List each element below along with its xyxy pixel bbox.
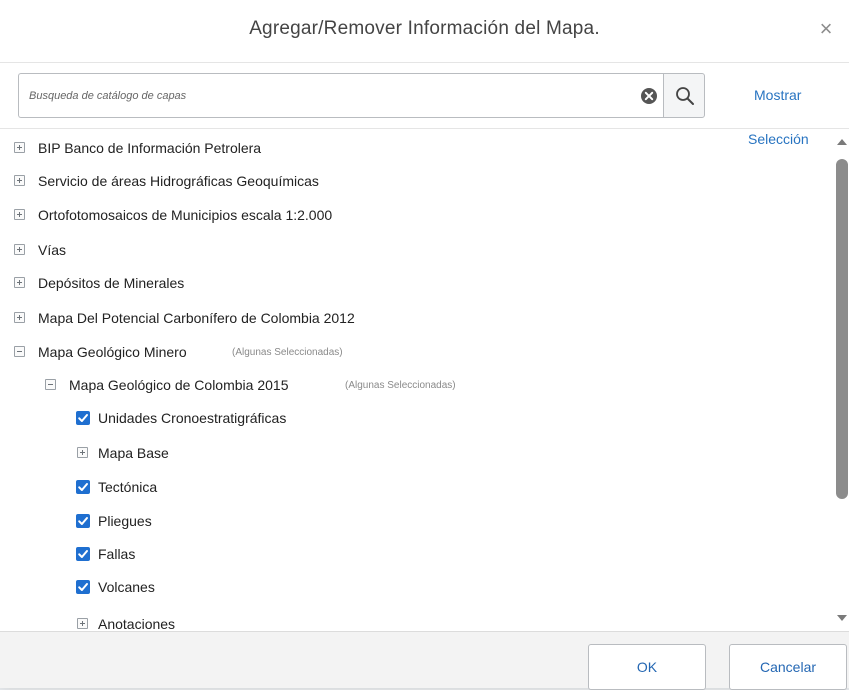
catalog-search bbox=[18, 73, 706, 118]
expand-icon[interactable] bbox=[14, 312, 25, 323]
ok-button[interactable]: OK bbox=[588, 644, 706, 690]
collapse-icon[interactable] bbox=[45, 379, 56, 390]
tree-item-label: Mapa Del Potencial Carbonífero de Colomb… bbox=[38, 310, 355, 326]
tree-item-label: Depósitos de Minerales bbox=[38, 275, 185, 291]
tree-item-label: Pliegues bbox=[98, 513, 152, 529]
layer-checkbox[interactable] bbox=[76, 547, 90, 561]
tree-scrollbar[interactable] bbox=[835, 129, 849, 632]
cancel-button[interactable]: Cancelar bbox=[729, 644, 847, 690]
tree-item-label: Anotaciones bbox=[98, 616, 176, 632]
tree-item-label: Unidades Cronoestratigráficas bbox=[98, 410, 287, 426]
expand-icon[interactable] bbox=[14, 277, 25, 288]
show-selection-line1: Mostrar bbox=[754, 87, 802, 103]
selection-note: (Algunas Seleccionadas) bbox=[345, 380, 456, 391]
clear-search-icon[interactable] bbox=[639, 86, 659, 106]
expand-icon[interactable] bbox=[14, 209, 25, 220]
dialog-titlebar: Agregar/Remover Información del Mapa. × bbox=[0, 0, 849, 63]
dialog-footer: OK Cancelar bbox=[0, 631, 849, 690]
scroll-up-arrow-icon[interactable] bbox=[837, 139, 847, 145]
expand-icon[interactable] bbox=[77, 447, 88, 458]
tree-item-label: Ortofotomosaicos de Municipios escala 1:… bbox=[38, 207, 333, 223]
expand-icon[interactable] bbox=[14, 142, 25, 153]
collapse-icon[interactable] bbox=[14, 346, 25, 357]
layer-tree: BIP Banco de Información Petrolera Servi… bbox=[0, 128, 849, 632]
dialog-title: Agregar/Remover Información del Mapa. bbox=[249, 18, 600, 39]
expand-icon[interactable] bbox=[14, 175, 25, 186]
search-icon bbox=[676, 87, 694, 105]
tree-item-label: Tectónica bbox=[98, 479, 158, 495]
tree-item-label: Mapa Base bbox=[98, 445, 169, 461]
layer-checkbox[interactable] bbox=[76, 411, 90, 425]
add-remove-map-info-dialog: Agregar/Remover Información del Mapa. × … bbox=[0, 0, 849, 690]
search-button[interactable] bbox=[663, 73, 705, 118]
expand-icon[interactable] bbox=[77, 618, 88, 629]
tree-item-label: Servicio de áreas Hidrográficas Geoquími… bbox=[38, 173, 319, 189]
tree-item-label: Mapa Geológico Minero bbox=[38, 344, 187, 360]
layer-checkbox[interactable] bbox=[76, 580, 90, 594]
expand-icon[interactable] bbox=[14, 244, 25, 255]
search-input[interactable] bbox=[25, 74, 633, 117]
layer-checkbox[interactable] bbox=[76, 514, 90, 528]
layer-checkbox[interactable] bbox=[76, 480, 90, 494]
tree-item-label: Volcanes bbox=[98, 579, 155, 595]
search-box bbox=[18, 73, 663, 118]
tree-item-label: BIP Banco de Información Petrolera bbox=[38, 140, 262, 156]
selection-note: (Algunas Seleccionadas) bbox=[232, 347, 343, 358]
tree-item-label: Mapa Geológico de Colombia 2015 bbox=[69, 377, 289, 393]
tree-item-label: Fallas bbox=[98, 546, 136, 562]
close-icon[interactable]: × bbox=[815, 18, 837, 40]
tree-item-label: Vías bbox=[38, 242, 67, 258]
scroll-down-arrow-icon[interactable] bbox=[837, 615, 847, 621]
scroll-thumb[interactable] bbox=[836, 159, 848, 499]
